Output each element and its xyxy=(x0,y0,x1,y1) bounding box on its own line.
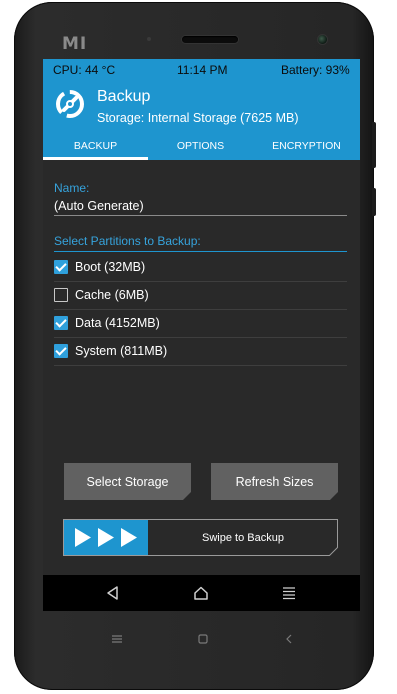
tab-backup[interactable]: BACKUP xyxy=(43,139,148,160)
brand-logo: MI xyxy=(62,34,88,54)
navigation-bar xyxy=(43,575,360,611)
swipe-to-backup-slider[interactable]: Swipe to Backup xyxy=(63,519,338,556)
power-button[interactable] xyxy=(372,188,376,216)
back-triangle-icon[interactable] xyxy=(103,583,123,603)
triple-arrow-right-icon xyxy=(75,528,137,547)
recovery-screen: CPU: 44 °C 11:14 PM Battery: 93% Backup … xyxy=(43,59,360,611)
tab-bar: BACKUP OPTIONS ENCRYPTION xyxy=(43,139,360,160)
select-storage-button[interactable]: Select Storage xyxy=(64,463,191,500)
checkbox-data[interactable] xyxy=(54,316,68,330)
clock: 11:14 PM xyxy=(177,63,228,77)
checkbox-cache[interactable] xyxy=(54,288,68,302)
proximity-sensor xyxy=(147,37,151,41)
cpu-temperature: CPU: 44 °C xyxy=(53,63,116,77)
status-bar: CPU: 44 °C 11:14 PM Battery: 93% xyxy=(43,59,360,80)
front-camera-icon xyxy=(318,35,327,44)
partition-label: Boot (32MB) xyxy=(75,260,146,274)
twrp-logo-icon xyxy=(53,87,87,121)
page-title: Backup xyxy=(97,88,151,105)
partition-data[interactable]: Data (4152MB) xyxy=(54,310,347,338)
tab-encryption[interactable]: ENCRYPTION xyxy=(253,139,360,160)
hardware-back-icon[interactable] xyxy=(282,632,296,646)
menu-icon[interactable] xyxy=(279,583,299,603)
partitions-divider xyxy=(54,251,347,252)
partition-label: Cache (6MB) xyxy=(75,288,149,302)
hardware-menu-icon[interactable] xyxy=(110,632,124,646)
tab-options[interactable]: OPTIONS xyxy=(148,139,253,160)
checkbox-system[interactable] xyxy=(54,344,68,358)
name-label: Name: xyxy=(54,181,90,195)
partition-cache[interactable]: Cache (6MB) xyxy=(54,282,347,310)
battery-level: Battery: 93% xyxy=(281,63,350,77)
hardware-home-icon[interactable] xyxy=(196,632,210,646)
name-input[interactable]: (Auto Generate) xyxy=(54,199,144,213)
volume-button[interactable] xyxy=(372,122,376,168)
earpiece-speaker xyxy=(182,36,238,43)
home-icon[interactable] xyxy=(191,583,211,603)
partition-label: Data (4152MB) xyxy=(75,316,160,330)
name-underline xyxy=(54,215,347,216)
divider xyxy=(54,365,347,366)
partitions-label: Select Partitions to Backup: xyxy=(54,234,201,248)
refresh-sizes-button[interactable]: Refresh Sizes xyxy=(211,463,338,500)
partition-boot[interactable]: Boot (32MB) xyxy=(54,254,347,282)
partition-label: System (811MB) xyxy=(75,344,168,358)
swipe-handle[interactable] xyxy=(64,520,148,555)
storage-info: Storage: Internal Storage (7625 MB) xyxy=(97,111,299,125)
app-header: Backup Storage: Internal Storage (7625 M… xyxy=(43,80,360,139)
swipe-label: Swipe to Backup xyxy=(202,532,284,544)
partition-system[interactable]: System (811MB) xyxy=(54,338,347,366)
checkbox-boot[interactable] xyxy=(54,260,68,274)
